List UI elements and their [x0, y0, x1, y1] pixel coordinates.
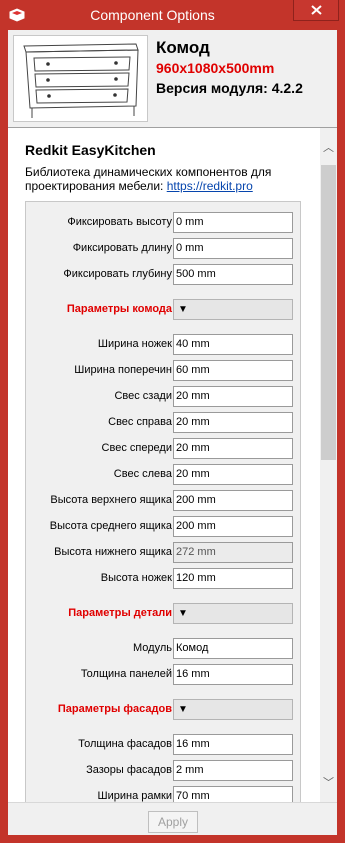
dropdown-arrow-icon: ▼ [178, 608, 188, 619]
option-row: Высота среднего ящика 200 mm [26, 516, 302, 538]
option-input[interactable]: 500 mm [173, 264, 293, 285]
option-row: Ширина ножек 40 mm [26, 334, 302, 356]
option-label: Толщина панелей [80, 668, 172, 680]
scroll-up-arrow-icon[interactable]: ︿ [320, 138, 337, 155]
section-row: Параметры детали ▼ [26, 603, 302, 625]
option-label: Высота ножек [100, 572, 172, 584]
option-input[interactable]: 2 mm [173, 760, 293, 781]
vertical-scrollbar[interactable]: ︿ ﹀ [320, 128, 337, 802]
option-input[interactable]: 16 mm [173, 734, 293, 755]
scroll-down-arrow-icon[interactable]: ﹀ [320, 773, 337, 790]
option-label: Ширина поперечин [74, 364, 172, 376]
option-row: Модуль Комод [26, 638, 302, 660]
option-label: Высота нижнего ящика [54, 546, 172, 558]
brand-title: Redkit EasyKitchen [25, 142, 156, 158]
option-input[interactable]: 120 mm [173, 568, 293, 589]
option-input[interactable]: 60 mm [173, 360, 293, 381]
option-input[interactable]: 0 mm [173, 212, 293, 233]
option-row: Ширина рамки 70 mm [26, 786, 302, 802]
option-input[interactable]: 20 mm [173, 386, 293, 407]
option-input[interactable]: 40 mm [173, 334, 293, 355]
options-scroll-area[interactable]: Redkit EasyKitchen Библиотека динамическ… [8, 128, 337, 802]
option-label: Высота верхнего ящика [50, 494, 172, 506]
section-dropdown[interactable]: ▼ [173, 699, 293, 720]
close-button[interactable] [293, 0, 339, 21]
option-label: Фиксировать высоту [67, 216, 172, 228]
option-row: Свес слева 20 mm [26, 464, 302, 486]
option-input[interactable]: 20 mm [173, 412, 293, 433]
option-input[interactable]: 16 mm [173, 664, 293, 685]
option-row: Фиксировать длину 0 mm [26, 238, 302, 260]
option-label: Модуль [133, 642, 172, 654]
option-input[interactable]: 20 mm [173, 464, 293, 485]
scrollbar-thumb[interactable] [321, 165, 336, 460]
option-label: Фиксировать длину [72, 242, 172, 254]
dropdown-arrow-icon: ▼ [178, 704, 188, 715]
option-label: Свес справа [108, 416, 172, 428]
option-row: Фиксировать высоту 0 mm [26, 212, 302, 234]
option-row: Фиксировать глубину 500 mm [26, 264, 302, 286]
component-header: Комод 960x1080x500mm Версия модуля: 4.2.… [8, 30, 337, 128]
section-label: Параметры детали [68, 607, 172, 619]
close-icon [310, 5, 322, 15]
section-dropdown[interactable]: ▼ [173, 299, 293, 320]
option-label: Ширина рамки [97, 790, 173, 802]
option-label: Высота среднего ящика [49, 520, 172, 532]
option-row: Толщина панелей 16 mm [26, 664, 302, 686]
option-row: Высота нижнего ящика 272 mm [26, 542, 302, 564]
component-dimensions: 960x1080x500mm [156, 60, 275, 76]
dialog-client-area: Комод 960x1080x500mm Версия модуля: 4.2.… [8, 30, 337, 835]
option-input[interactable]: Комод [173, 638, 293, 659]
option-input[interactable]: 200 mm [173, 516, 293, 537]
dropdown-arrow-icon: ▼ [178, 304, 188, 315]
option-label: Фиксировать глубину [63, 268, 172, 280]
option-input[interactable]: 20 mm [173, 438, 293, 459]
options-panel: Фиксировать высоту 0 mm Фиксировать длину 0… [25, 201, 301, 802]
component-options-window: Component Options Комод 960x1080x500mm В… [0, 0, 345, 843]
brand-description: Библиотека динамических компонентов для … [25, 165, 315, 193]
dresser-drawing-icon [23, 43, 139, 118]
option-label: Свес сзади [114, 390, 172, 402]
option-label: Толщина фасадов [78, 738, 172, 750]
section-dropdown[interactable]: ▼ [173, 603, 293, 624]
option-input[interactable]: 200 mm [173, 490, 293, 511]
module-version: Версия модуля: 4.2.2 [156, 80, 303, 96]
option-label: Свес слева [113, 468, 172, 480]
section-row: Параметры комода ▼ [26, 299, 302, 321]
option-label: Свес спереди [101, 442, 172, 454]
title-bar[interactable]: Component Options [0, 0, 345, 30]
redkit-link[interactable]: https://redkit.pro [167, 179, 253, 193]
option-row: Свес сзади 20 mm [26, 386, 302, 408]
option-row: Зазоры фасадов 2 mm [26, 760, 302, 782]
dialog-footer: Apply [8, 802, 337, 835]
section-label: Параметры комода [66, 303, 172, 315]
apply-button[interactable]: Apply [148, 811, 198, 833]
option-label: Ширина ножек [97, 338, 172, 350]
option-input[interactable]: 0 mm [173, 238, 293, 259]
readonly-value-field: 272 mm [173, 542, 293, 563]
option-label: Зазоры фасадов [86, 764, 172, 776]
section-row: Параметры фасадов ▼ [26, 699, 302, 721]
option-row: Высота ножек 120 mm [26, 568, 302, 590]
component-name: Комод [156, 38, 210, 57]
option-row: Свес справа 20 mm [26, 412, 302, 434]
option-row: Высота верхнего ящика 200 mm [26, 490, 302, 512]
section-label: Параметры фасадов [57, 703, 172, 715]
option-row: Толщина фасадов 16 mm [26, 734, 302, 756]
component-thumbnail [13, 35, 148, 122]
option-row: Свес спереди 20 mm [26, 438, 302, 460]
option-row: Ширина поперечин 60 mm [26, 360, 302, 382]
option-input[interactable]: 70 mm [173, 786, 293, 802]
